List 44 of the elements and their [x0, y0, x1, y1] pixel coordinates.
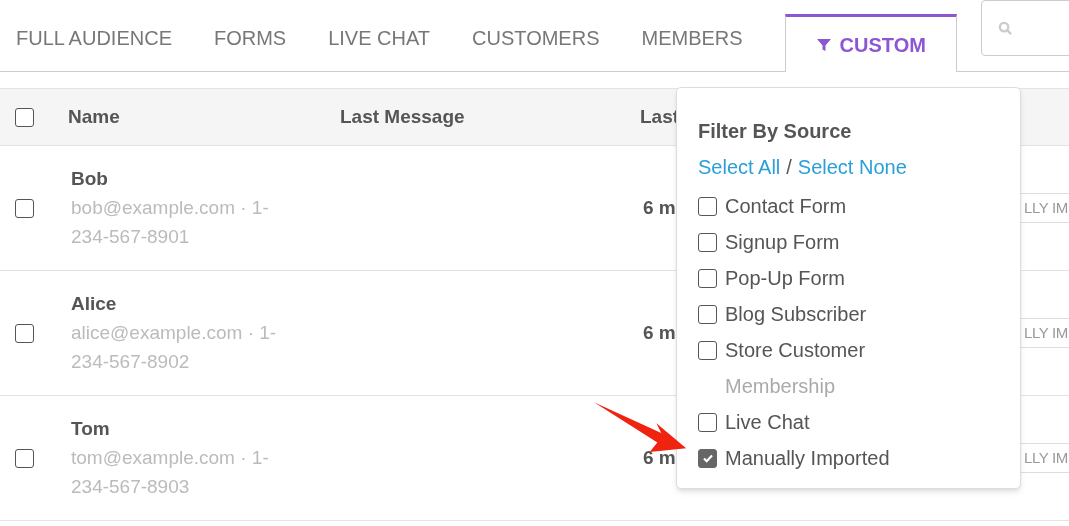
search-field[interactable]	[981, 0, 1069, 56]
popover-title: Filter By Source	[698, 119, 852, 144]
checkbox[interactable]	[15, 448, 34, 468]
checkbox[interactable]	[698, 340, 717, 360]
option-label: Manually Imported	[725, 446, 890, 471]
checkmark-icon	[701, 452, 714, 464]
option-label: Membership	[725, 374, 836, 399]
contact-details: bob@example.com · 1-234-567-8901	[71, 196, 270, 250]
tab[interactable]: FULL AUDIENCE	[16, 13, 172, 71]
select-none-link[interactable]: Select None	[797, 152, 907, 182]
tab[interactable]: LIVE CHAT	[328, 13, 431, 71]
contact-name: Alice	[71, 291, 117, 316]
search-icon	[998, 20, 1013, 36]
contact-details: alice@example.com · 1-234-567-8902	[71, 321, 278, 375]
column-header: Name	[68, 104, 121, 129]
tab[interactable]: CUSTOMERS	[472, 13, 600, 71]
option-label: Pop-Up Form	[725, 266, 846, 291]
option-label: Contact Form	[725, 194, 847, 219]
checkbox[interactable]	[15, 198, 34, 218]
option-label: Store Customer	[725, 338, 866, 363]
checkbox[interactable]	[698, 196, 717, 216]
table-cell-text: 6 m	[643, 195, 676, 220]
table-cell-text: 6 m	[643, 320, 676, 345]
checkbox[interactable]	[698, 412, 717, 432]
contact-name: Tom	[71, 416, 110, 441]
checkbox[interactable]	[698, 448, 717, 468]
tab[interactable]: FORMS	[213, 13, 287, 71]
contact-details: tom@example.com · 1-234-567-8903	[71, 446, 270, 500]
tab[interactable]: CUSTOM	[784, 14, 957, 72]
table-cell-text: 6 m	[643, 445, 676, 470]
contact-name: Bob	[71, 166, 108, 191]
column-header: Last Message	[340, 104, 466, 129]
checkbox[interactable]	[698, 304, 717, 324]
checkbox[interactable]	[698, 268, 717, 288]
option-label: Live Chat	[725, 410, 810, 435]
checkbox[interactable]	[15, 107, 34, 127]
option-label: Signup Form	[725, 230, 840, 255]
checkbox[interactable]	[698, 232, 717, 252]
select-all-link[interactable]: Select All	[698, 152, 781, 182]
option-label: Blog Subscriber	[725, 302, 867, 327]
separator: /	[786, 155, 792, 180]
tab[interactable]: MEMBERS	[641, 13, 743, 71]
filter-icon	[815, 36, 832, 53]
checkbox[interactable]	[15, 323, 34, 343]
